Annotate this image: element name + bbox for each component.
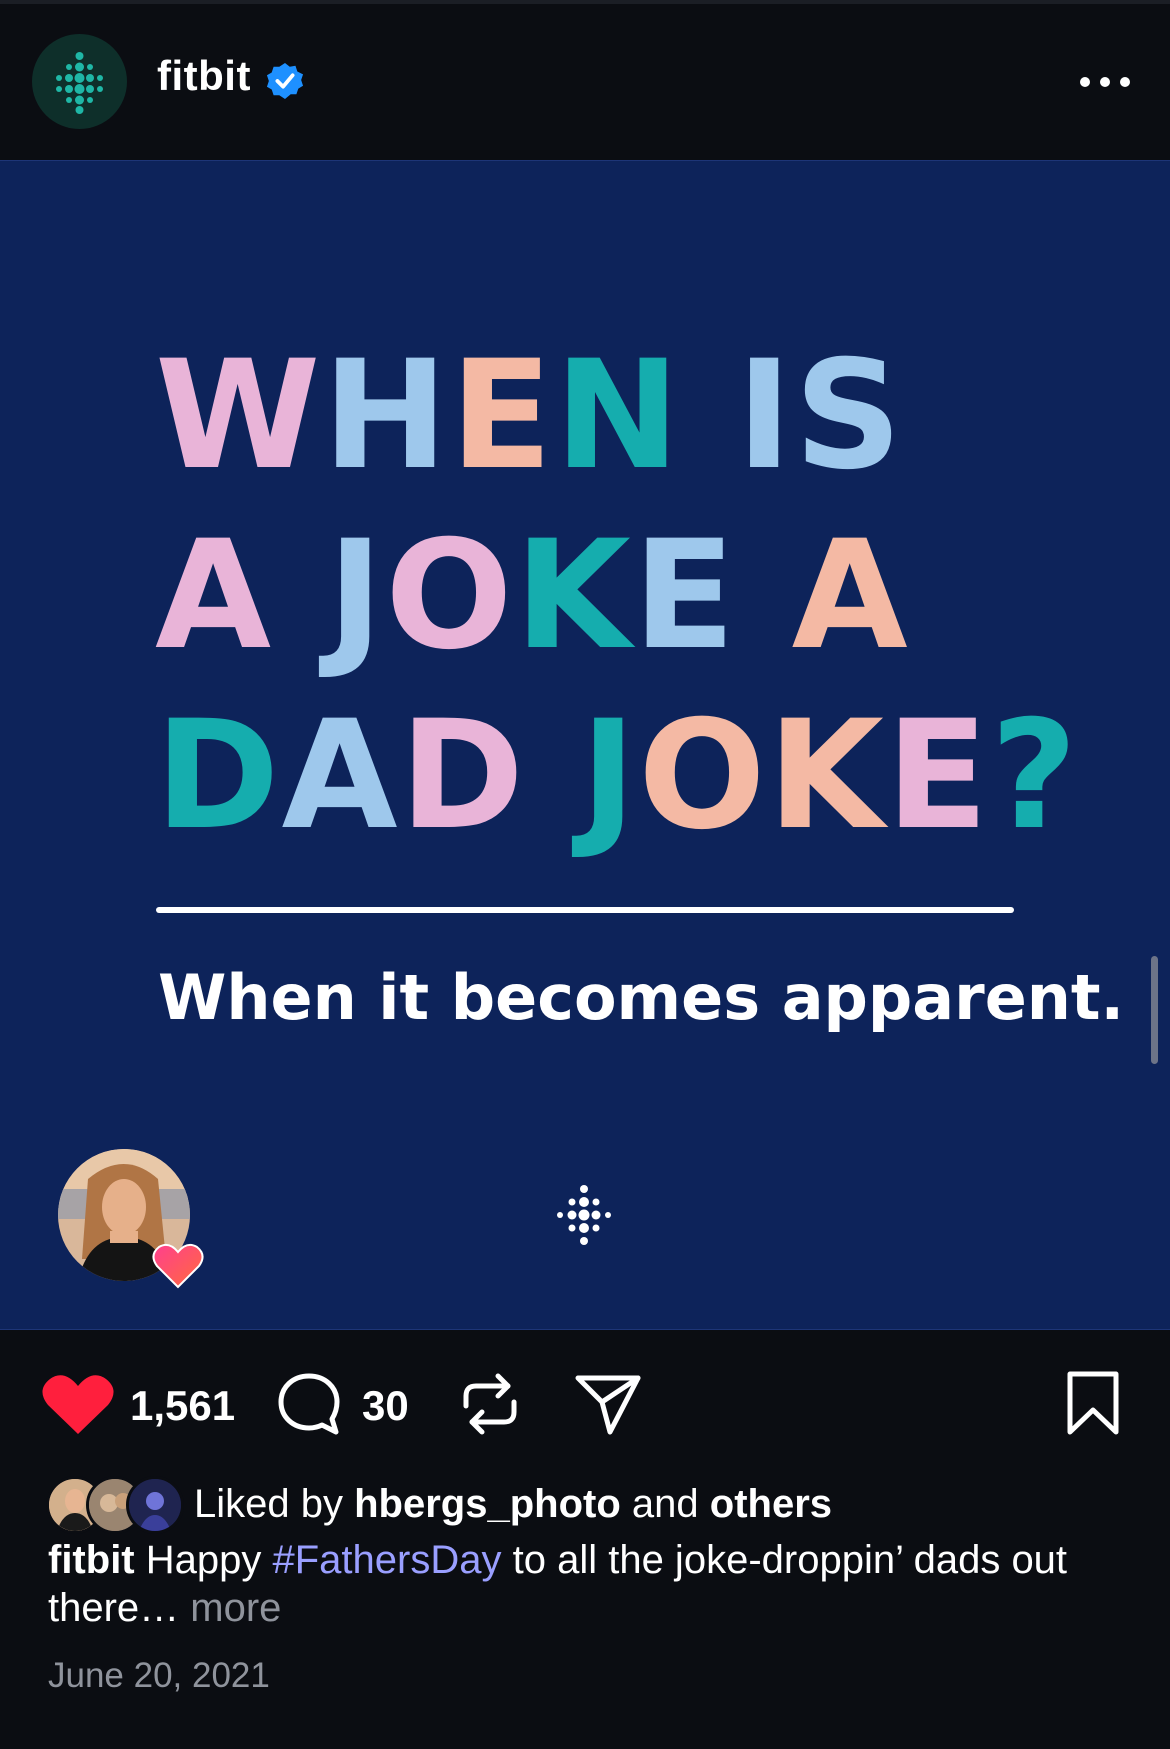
- repost-icon[interactable]: [458, 1370, 522, 1438]
- scroll-indicator[interactable]: [1151, 956, 1158, 1064]
- post-date: June 20, 2021: [48, 1656, 270, 1695]
- heart-icon[interactable]: [42, 1372, 114, 1436]
- headline-line-2: A JOKE A: [155, 509, 910, 683]
- headline-line-3: DAD JOKE?: [155, 689, 1080, 863]
- verified-badge-icon: [266, 62, 304, 100]
- image-divider: [156, 907, 1014, 913]
- profile-avatar[interactable]: [32, 34, 127, 129]
- liked-by-row[interactable]: Liked by hbergs_photo and others: [46, 1474, 1146, 1534]
- bookmark-icon[interactable]: [1064, 1370, 1122, 1436]
- fitbit-logo-icon: [56, 52, 103, 114]
- liked-by-prefix: Liked by: [194, 1482, 343, 1526]
- post-image[interactable]: WHEN IS A JOKE A DAD JOKE? When it becom…: [0, 160, 1170, 1330]
- liked-by-others[interactable]: others: [710, 1482, 832, 1526]
- caption-more-link[interactable]: more: [190, 1586, 281, 1630]
- image-subline: When it becomes apparent.: [158, 961, 1125, 1034]
- action-bar: 1,561 30: [0, 1330, 1170, 1470]
- share-icon[interactable]: [574, 1372, 642, 1436]
- liked-by-user[interactable]: hbergs_photo: [354, 1482, 621, 1526]
- caption-username[interactable]: fitbit: [48, 1538, 135, 1582]
- liked-by-and: and: [631, 1482, 699, 1526]
- post-caption: fitbit Happy #FathersDay to all the joke…: [48, 1536, 1128, 1632]
- post-header: fitbit: [0, 4, 1170, 160]
- post-username[interactable]: fitbit: [157, 52, 251, 100]
- like-count[interactable]: 1,561: [130, 1382, 235, 1430]
- more-options-icon[interactable]: [1075, 64, 1135, 100]
- caption-hashtag[interactable]: #FathersDay: [273, 1538, 502, 1582]
- liker-avatar-3: [126, 1476, 184, 1534]
- fitbit-watermark-icon: [557, 1185, 611, 1245]
- comment-icon[interactable]: [276, 1372, 342, 1436]
- caption-text-before: Happy: [145, 1538, 262, 1582]
- liked-by-text: Liked by hbergs_photo and others: [194, 1482, 832, 1527]
- headline-line-1: WHEN IS: [155, 329, 905, 503]
- comment-count[interactable]: 30: [362, 1382, 409, 1430]
- image-headline: WHEN IS A JOKE A DAD JOKE?: [155, 326, 1079, 866]
- heart-badge-icon: [152, 1243, 204, 1289]
